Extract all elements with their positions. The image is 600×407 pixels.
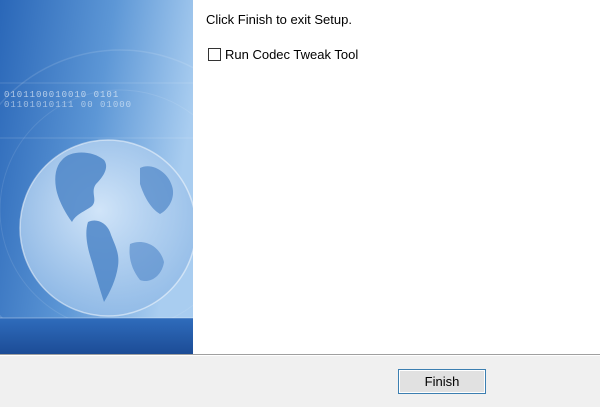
run-codec-tweak-tool-checkbox[interactable] [208, 48, 221, 61]
run-codec-tweak-tool-label: Run Codec Tweak Tool [225, 47, 359, 62]
footer-separator-highlight [0, 355, 600, 356]
binary-text-line-2: 01101010111 00 01000 [4, 100, 132, 110]
binary-text-line-1: 0101100010010 0101 [4, 90, 119, 100]
finish-button[interactable]: Finish [398, 369, 486, 394]
run-codec-tweak-tool-option[interactable]: Run Codec Tweak Tool [208, 47, 358, 62]
setup-window: 0101100010010 0101 01101010111 00 01000 … [0, 0, 600, 407]
globe-icon [19, 139, 193, 317]
content-pane: Click Finish to exit Setup. Run Codec Tw… [193, 0, 600, 354]
finish-message: Click Finish to exit Setup. [206, 12, 352, 27]
setup-banner: 0101100010010 0101 01101010111 00 01000 [0, 0, 193, 354]
